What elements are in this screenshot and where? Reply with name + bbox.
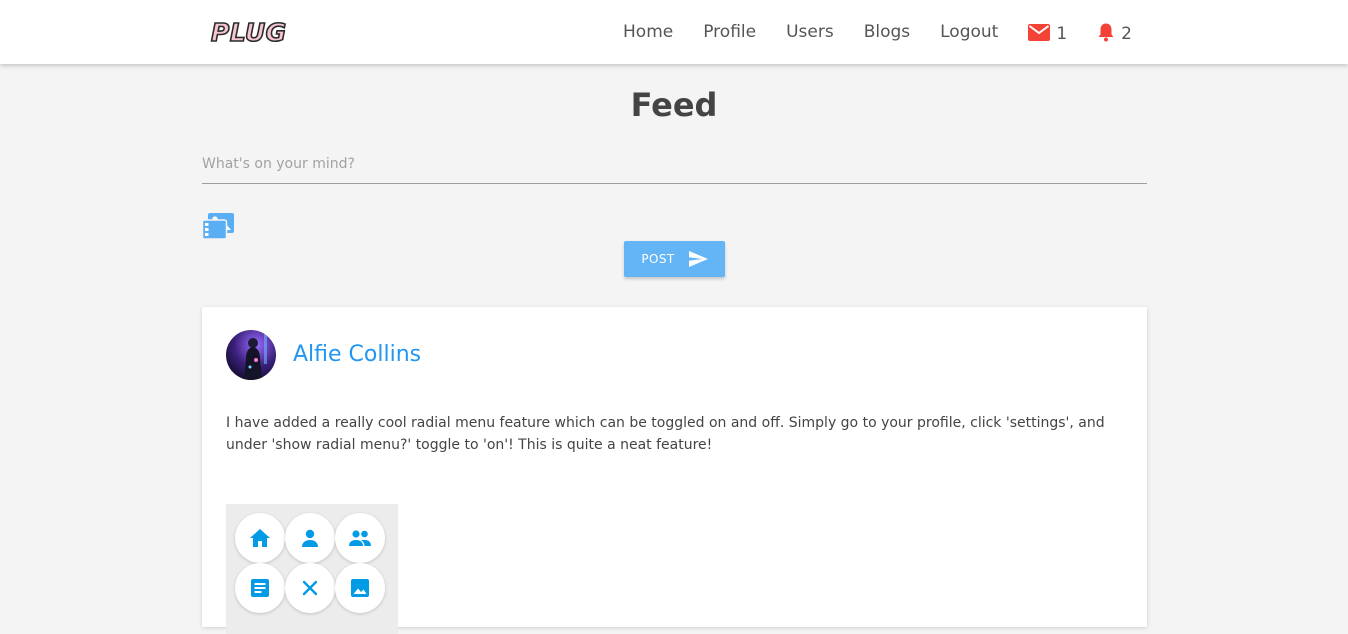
nav-users-link[interactable]: Users: [786, 0, 834, 64]
mail-icon: [1028, 23, 1051, 41]
author-avatar[interactable]: [226, 330, 276, 380]
image-upload-icon: [201, 213, 234, 240]
avatar-image: [226, 330, 276, 380]
main-nav: Home Profile Users Blogs Logout 1 2: [623, 0, 1132, 64]
send-icon: [688, 251, 708, 267]
nav-profile-link[interactable]: Profile: [703, 0, 756, 64]
radial-users-button: [335, 513, 385, 563]
bell-icon: [1098, 23, 1114, 42]
nav-blogs-link[interactable]: Blogs: [864, 0, 910, 64]
nav-home-link[interactable]: Home: [623, 0, 673, 64]
notifications-button[interactable]: 2: [1097, 20, 1132, 44]
radial-image-button: [335, 563, 385, 613]
page-title: Feed: [630, 86, 718, 124]
add-image-button[interactable]: [201, 211, 235, 240]
notifications-count: 2: [1121, 24, 1132, 44]
status-input[interactable]: [202, 144, 1147, 184]
person-icon: [302, 529, 318, 547]
home-icon: [250, 529, 270, 547]
radial-close-button: [285, 563, 335, 613]
radial-blogs-button: [235, 563, 285, 613]
close-icon: [302, 580, 318, 596]
post-button-label: POST: [641, 252, 675, 266]
article-icon: [251, 579, 269, 597]
radial-profile-button: [285, 513, 335, 563]
top-navbar: PLUG Home Profile Users Blogs Logout 1 2: [0, 0, 1348, 64]
post-button[interactable]: POST: [624, 241, 725, 277]
nav-logout-link[interactable]: Logout: [940, 0, 998, 64]
messages-count: 1: [1056, 24, 1068, 44]
app-logo[interactable]: PLUG: [210, 17, 287, 49]
post-body: I have added a really cool radial menu f…: [226, 415, 1105, 453]
post-image[interactable]: [226, 504, 398, 634]
messages-button[interactable]: 1: [1028, 20, 1067, 44]
post-card: Alfie Collins I have added a really cool…: [202, 307, 1147, 634]
radial-home-button: [235, 513, 285, 563]
post-author-name[interactable]: Alfie Collins: [293, 340, 421, 370]
image-icon: [351, 579, 369, 597]
people-icon: [349, 530, 371, 546]
